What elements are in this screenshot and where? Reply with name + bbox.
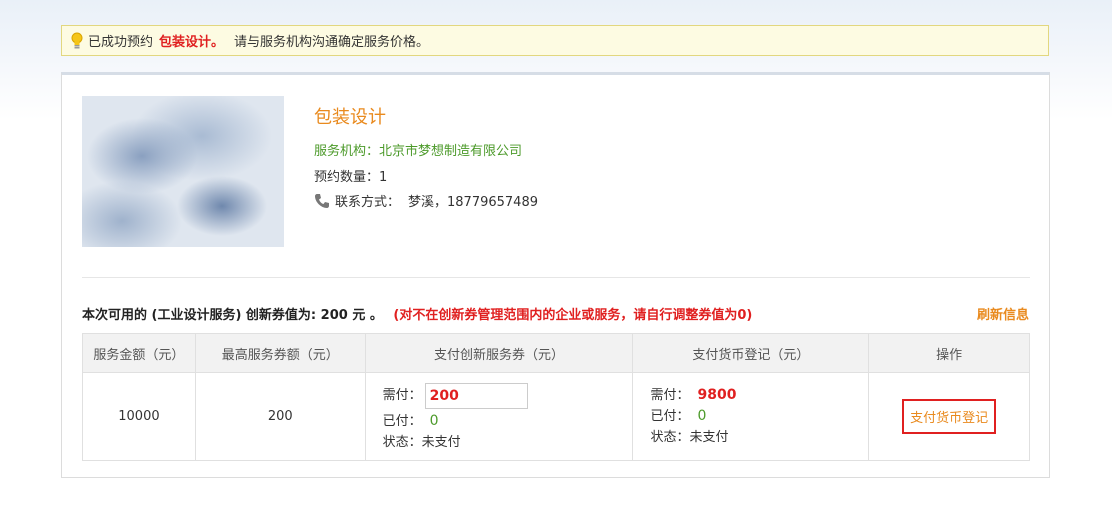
refresh-info-link[interactable]: 刷新信息 — [977, 304, 1029, 323]
cell-max-voucher: 200 — [194, 372, 366, 461]
cell-pay-voucher: 需付： 已付： 0 状态：未支付 — [364, 372, 634, 461]
header-pay-currency: 支付货币登记（元） — [632, 333, 870, 373]
notice-prefix: 已成功预约 — [88, 35, 154, 50]
success-notice: 已成功预约 包装设计。 请与服务机构沟通确定服务价格。 — [61, 25, 1049, 56]
currency-paid-line: 已付： 0 — [650, 406, 867, 427]
currency-need-line: 需付： 9800 — [650, 385, 867, 406]
notice-service-name: 包装设计。 — [159, 35, 225, 50]
currency-need-label: 需付： — [650, 388, 690, 403]
voucher-status: 状态：未支付 — [382, 434, 461, 450]
voucher-summary-text: 本次可用的 (工业设计服务) 创新券值为: 200 元 。 — [82, 308, 383, 323]
cell-service-amount: 10000 — [82, 372, 196, 461]
booking-quantity: 预约数量：1 — [314, 170, 388, 185]
service-title[interactable]: 包装设计 — [314, 103, 386, 129]
currency-paid-label: 已付： — [650, 409, 690, 424]
voucher-summary: 本次可用的 (工业设计服务) 创新券值为: 200 元 。 (对不在创新券管理范… — [82, 304, 752, 323]
voucher-paid-value: 0 — [429, 412, 439, 429]
cell-action: 支付货币登记 — [868, 372, 1030, 461]
service-org[interactable]: 服务机构：北京市梦想制造有限公司 — [314, 140, 522, 159]
payment-table: 服务金额（元） 最高服务券额（元） 支付创新服务券（元） 支付货币登记（元） 操… — [82, 333, 1030, 461]
header-max-voucher: 最高服务券额（元） — [194, 333, 366, 373]
contact-value: 梦溪，18779657489 — [408, 195, 538, 210]
currency-status: 状态：未支付 — [650, 430, 729, 445]
table-row: 10000 200 需付： 已付： 0 状态：未支付 需付： 9800 — [82, 372, 1030, 461]
phone-icon — [315, 193, 329, 208]
contact-info: 联系方式： 梦溪，18779657489 — [314, 191, 538, 210]
divider — [82, 277, 1030, 278]
pay-currency-register-button[interactable]: 支付货币登记 — [902, 399, 997, 434]
booking-panel: 包装设计 服务机构：北京市梦想制造有限公司 预约数量：1 联系方式： 梦溪，18… — [61, 72, 1050, 478]
contact-label: 联系方式： — [335, 195, 401, 210]
voucher-paid-label: 已付： — [382, 413, 422, 429]
header-service-amount: 服务金额（元） — [82, 333, 196, 373]
header-action: 操作 — [868, 333, 1030, 373]
service-thumbnail — [82, 96, 284, 247]
voucher-paid-line: 已付： 0 — [383, 411, 632, 432]
notice-message: 请与服务机构沟通确定服务价格。 — [234, 35, 430, 50]
cell-pay-currency: 需付： 9800 已付： 0 状态：未支付 — [632, 372, 870, 461]
lightbulb-icon — [71, 32, 83, 48]
currency-paid-value: 0 — [697, 408, 707, 424]
header-pay-voucher: 支付创新服务券（元） — [364, 333, 634, 373]
currency-need-value: 9800 — [697, 387, 737, 403]
voucher-amount-input[interactable] — [424, 382, 528, 409]
table-header-row: 服务金额（元） 最高服务券额（元） 支付创新服务券（元） 支付货币登记（元） 操… — [82, 333, 1030, 373]
voucher-need-label: 需付： — [382, 388, 422, 403]
voucher-warning: (对不在创新券管理范围内的企业或服务，请自行调整券值为0) — [393, 308, 753, 323]
voucher-need-line: 需付： — [383, 381, 632, 411]
